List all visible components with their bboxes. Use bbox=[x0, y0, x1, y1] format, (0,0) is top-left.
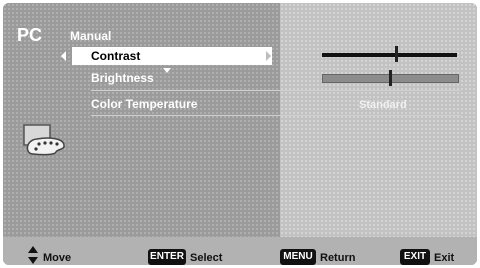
menu-item-contrast[interactable]: Contrast bbox=[72, 47, 272, 65]
divider bbox=[91, 115, 461, 116]
menu-main-area: PC Manual Contrast Brightness Color Temp… bbox=[3, 3, 477, 237]
select-label: Select bbox=[190, 252, 223, 264]
contrast-slider[interactable] bbox=[322, 53, 457, 57]
footer-bar: Move ENTER Select MENU Return EXIT Exit bbox=[3, 237, 477, 265]
return-label: Return bbox=[320, 252, 356, 264]
left-arrow-icon[interactable] bbox=[61, 51, 66, 61]
enter-key-button[interactable]: ENTER bbox=[148, 249, 186, 265]
color-temperature-value: Standard bbox=[359, 99, 407, 111]
palette-icon bbox=[23, 124, 65, 156]
right-arrow-icon[interactable] bbox=[266, 51, 271, 61]
menu-item-color-temperature[interactable]: Color Temperature bbox=[91, 97, 197, 111]
contrast-slider-handle[interactable] bbox=[395, 46, 399, 62]
value-panel bbox=[280, 3, 477, 237]
exit-label: Exit bbox=[434, 252, 455, 264]
brightness-slider-handle[interactable] bbox=[388, 70, 392, 86]
osd-menu: PC Manual Contrast Brightness Color Temp… bbox=[3, 3, 477, 265]
move-label: Move bbox=[43, 252, 72, 264]
menu-item-brightness[interactable]: Brightness bbox=[91, 71, 154, 85]
menu-key-button[interactable]: MENU bbox=[280, 249, 316, 265]
section-label: Manual bbox=[70, 29, 112, 43]
divider bbox=[91, 90, 461, 91]
menu-item-label: Contrast bbox=[91, 49, 141, 63]
down-arrow-icon bbox=[163, 68, 171, 73]
source-label: PC bbox=[17, 25, 43, 45]
up-down-arrow-icon bbox=[28, 246, 38, 264]
exit-key-button[interactable]: EXIT bbox=[400, 249, 430, 265]
